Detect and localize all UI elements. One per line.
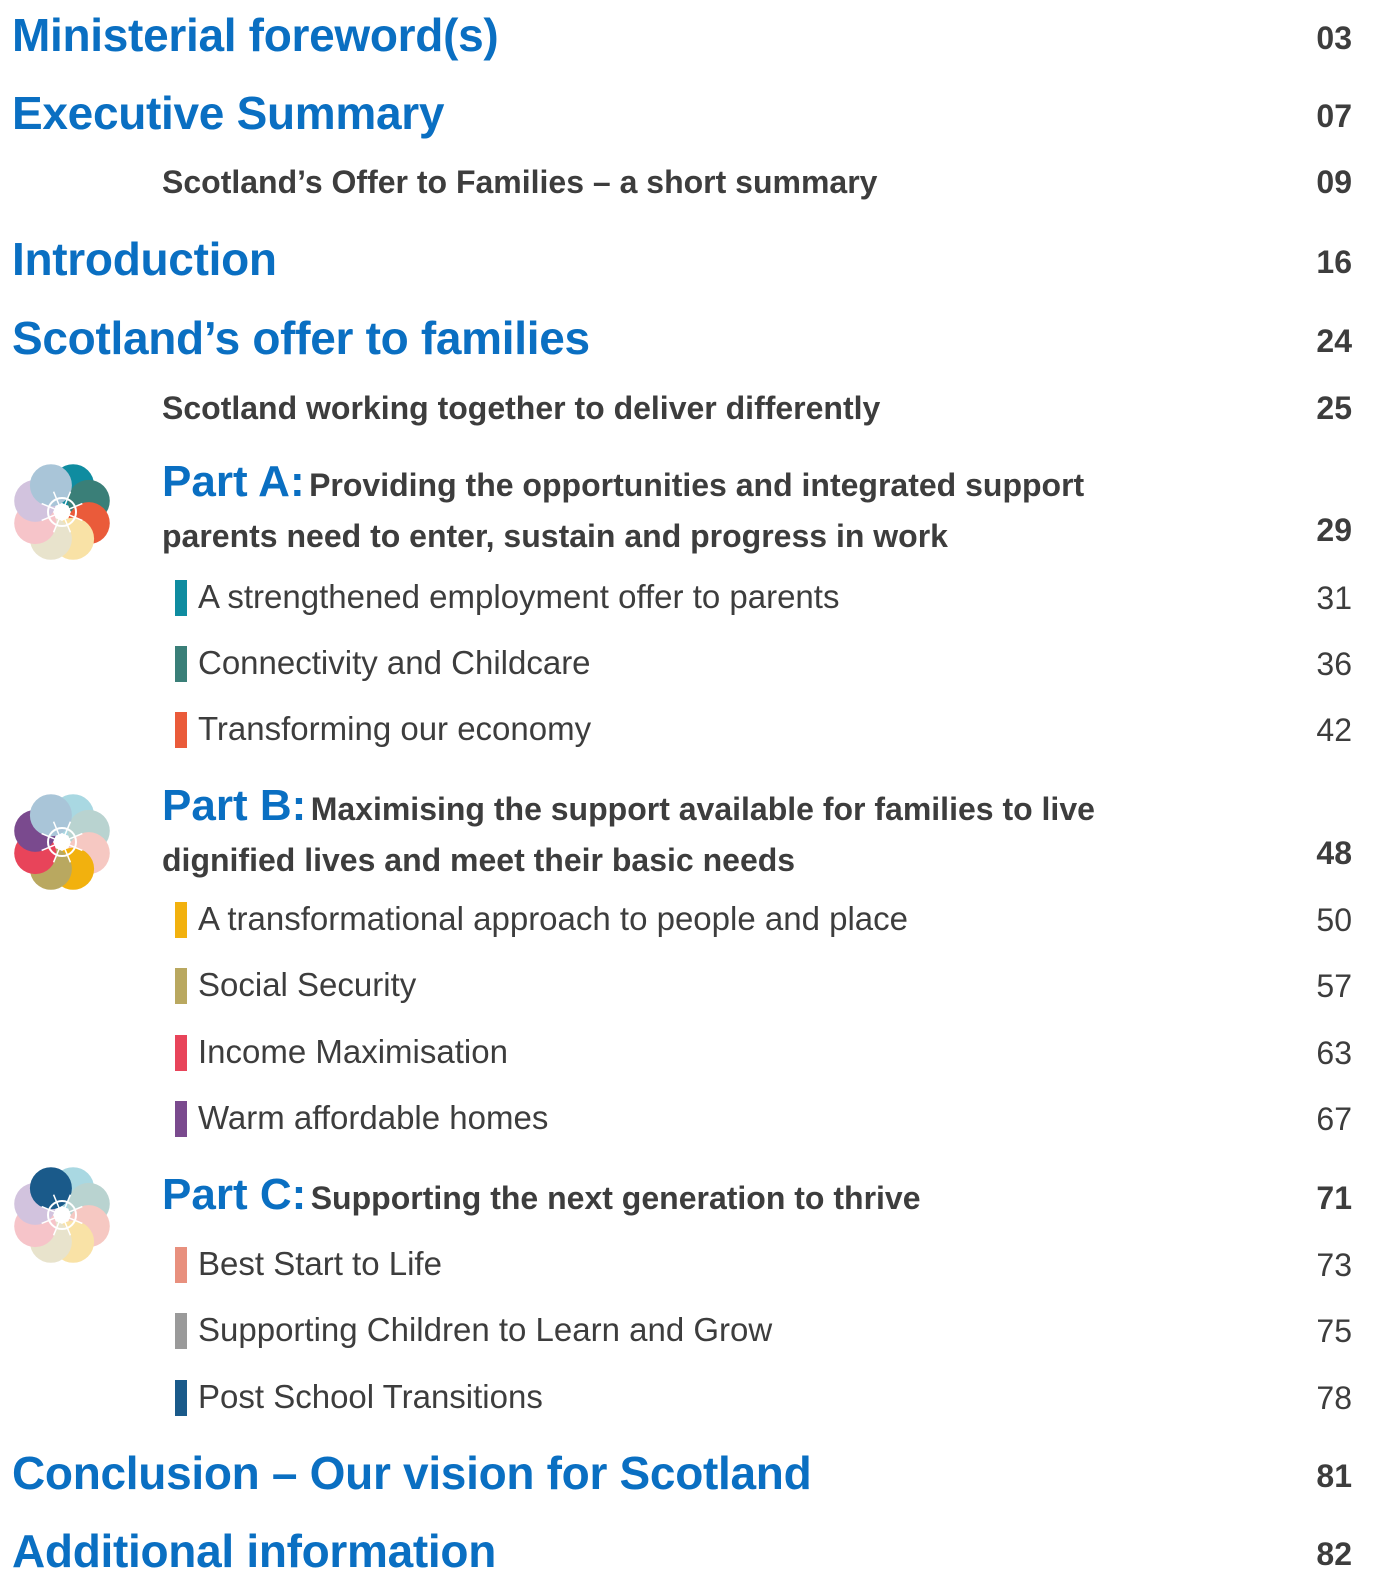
color-bar <box>175 1247 187 1283</box>
toc-heading-additional-information[interactable]: Additional information <box>12 1524 496 1578</box>
part-b-flower-icon <box>14 794 110 890</box>
toc-subheading-offer-summary[interactable]: Scotland’s Offer to Families – a short s… <box>162 164 877 201</box>
page-number: 29 <box>1316 512 1352 548</box>
toc-part-c[interactable]: Part C: Supporting the next generation t… <box>162 1173 1162 1227</box>
toc-item-social-security[interactable]: Social Security <box>198 966 416 1004</box>
page-number: 07 <box>1316 98 1352 134</box>
page-number: 25 <box>1316 390 1352 426</box>
flower-petal <box>29 464 72 507</box>
page-number: 09 <box>1316 164 1352 200</box>
page-number: 67 <box>1316 1101 1352 1137</box>
toc-item-people-and-place[interactable]: A transformational approach to people an… <box>198 900 908 938</box>
part-b-label: Part B: <box>162 781 307 830</box>
page-number: 03 <box>1316 20 1352 56</box>
toc-heading-introduction[interactable]: Introduction <box>12 232 277 286</box>
page-number: 71 <box>1316 1180 1352 1216</box>
part-a-flower-icon <box>14 464 110 560</box>
color-bar <box>175 646 187 682</box>
toc-part-a[interactable]: Part A: Providing the opportunities and … <box>162 460 1162 558</box>
page-number: 82 <box>1316 1536 1352 1572</box>
toc-item-warm-homes[interactable]: Warm affordable homes <box>198 1099 548 1137</box>
page-number: 42 <box>1316 712 1352 748</box>
toc-heading-offer-to-families[interactable]: Scotland’s offer to families <box>12 311 590 365</box>
page-number: 78 <box>1316 1380 1352 1416</box>
color-bar <box>175 712 187 748</box>
part-a-title-line2: parents need to enter, sustain and progr… <box>162 518 948 554</box>
toc-subheading-working-together[interactable]: Scotland working together to deliver dif… <box>162 390 880 427</box>
page-number: 57 <box>1316 968 1352 1004</box>
toc-item-employment-offer[interactable]: A strengthened employment offer to paren… <box>198 578 839 616</box>
flower-petal <box>29 1167 72 1210</box>
part-c-flower-icon <box>14 1167 110 1263</box>
toc-item-connectivity-childcare[interactable]: Connectivity and Childcare <box>198 644 591 682</box>
page-number: 48 <box>1316 835 1352 871</box>
toc-item-transforming-economy[interactable]: Transforming our economy <box>198 710 591 748</box>
part-b-title-line2: dignified lives and meet their basic nee… <box>162 842 796 878</box>
page-number: 63 <box>1316 1035 1352 1071</box>
page-number: 16 <box>1316 244 1352 280</box>
page-number: 81 <box>1316 1458 1352 1494</box>
color-bar <box>175 1101 187 1137</box>
part-c-label: Part C: <box>162 1170 307 1219</box>
color-bar <box>175 902 187 938</box>
color-bar <box>175 1035 187 1071</box>
part-c-title-line1: Supporting the next generation to thrive <box>310 1180 921 1216</box>
part-b-title-line1: Maximising the support available for fam… <box>310 791 1095 827</box>
page-number: 36 <box>1316 646 1352 682</box>
page-number: 75 <box>1316 1313 1352 1349</box>
page-number: 73 <box>1316 1247 1352 1283</box>
toc-item-learn-and-grow[interactable]: Supporting Children to Learn and Grow <box>198 1311 772 1349</box>
toc-item-income-maximisation[interactable]: Income Maximisation <box>198 1033 508 1071</box>
toc-part-b[interactable]: Part B: Maximising the support available… <box>162 784 1162 882</box>
color-bar <box>175 968 187 1004</box>
toc-heading-executive-summary[interactable]: Executive Summary <box>12 86 444 140</box>
toc-heading-ministerial-foreword[interactable]: Ministerial foreword(s) <box>12 8 499 62</box>
page-number: 31 <box>1316 580 1352 616</box>
page-number: 24 <box>1316 323 1352 359</box>
part-a-title-line1: Providing the opportunities and integrat… <box>309 467 1085 503</box>
part-a-label: Part A: <box>162 457 305 506</box>
color-bar <box>175 580 187 616</box>
page-number: 50 <box>1316 902 1352 938</box>
toc-item-best-start[interactable]: Best Start to Life <box>198 1245 442 1283</box>
toc-heading-conclusion[interactable]: Conclusion – Our vision for Scotland <box>12 1446 812 1500</box>
color-bar <box>175 1313 187 1349</box>
flower-petal <box>29 794 72 837</box>
color-bar <box>175 1380 187 1416</box>
toc-item-post-school[interactable]: Post School Transitions <box>198 1378 543 1416</box>
